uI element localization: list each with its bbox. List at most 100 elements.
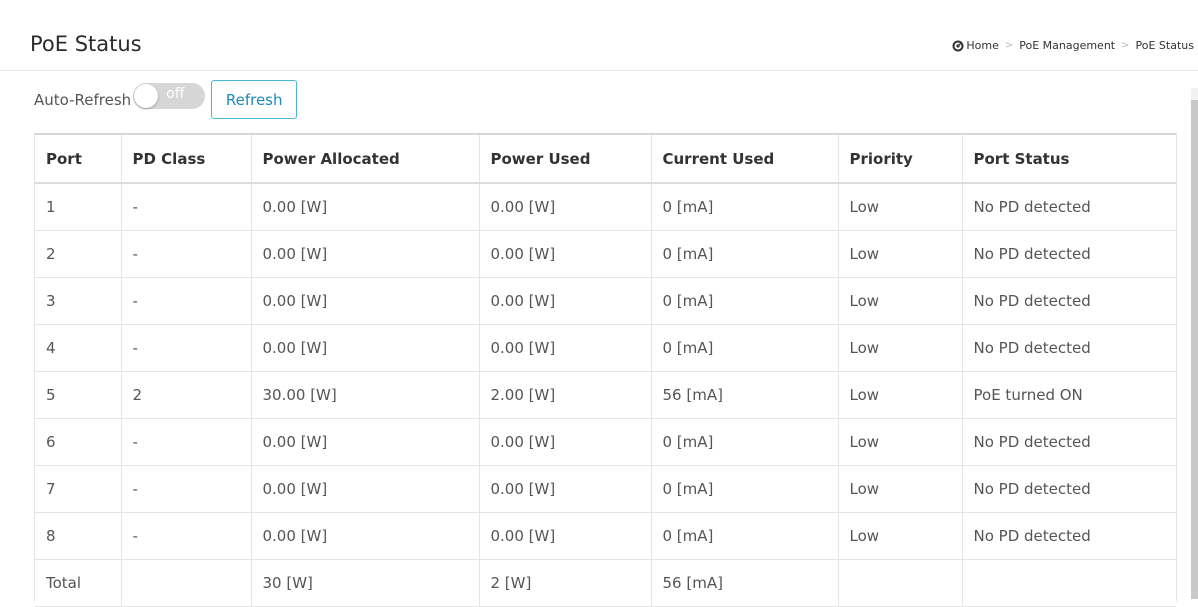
cell-power-allocated: 0.00 [W]	[250, 183, 479, 231]
cell-power-allocated: 0.00 [W]	[250, 465, 479, 513]
table-row: 8-0.00 [W] 0.00 [W] 0 [mA] Low No PD detecte…	[35, 512, 1176, 560]
breadcrumb-poe-management[interactable]: PoE Management	[1019, 39, 1115, 52]
cell-port: 6	[35, 418, 121, 466]
cell-priority: Low	[837, 371, 962, 419]
table-row: 4-0.00 [W] 0.00 [W] 0 [mA] Low No PD detecte…	[35, 324, 1176, 372]
cell-pd-class	[120, 559, 251, 607]
cell-port-status: No PD detected	[961, 183, 1176, 231]
column-header-pd-class[interactable]: PD Class	[120, 135, 251, 184]
cell-priority: Low	[837, 230, 962, 278]
cell-power-used: 0.00 [W]	[478, 277, 651, 325]
cell-port: 2	[35, 230, 121, 278]
cell-power-allocated: 0.00 [W]	[250, 277, 479, 325]
cell-current-used: 0 [mA]	[650, 324, 838, 372]
cell-power-allocated: 0.00 [W]	[250, 512, 479, 560]
cell-port-status: PoE turned ON	[961, 371, 1176, 419]
cell-pd-class: -	[120, 465, 251, 513]
table-total-row: Total 30 [W] 2 [W] 56 [mA]	[35, 559, 1176, 607]
toggle-state-label: off	[166, 85, 185, 102]
cell-port: 8	[35, 512, 121, 560]
toolbar: Auto-Refresh off Refresh	[34, 80, 298, 119]
breadcrumb-separator: >	[1004, 40, 1014, 51]
column-header-priority[interactable]: Priority	[837, 135, 962, 184]
vertical-scrollbar[interactable]	[1191, 88, 1198, 599]
cell-power-used: 0.00 [W]	[478, 465, 651, 513]
cell-port-status: No PD detected	[961, 324, 1176, 372]
dashboard-icon	[952, 40, 964, 51]
table-row: 5 2 30.00 [W] 2.00 [W] 56 [mA] Low PoE turned …	[35, 371, 1176, 419]
cell-power-allocated: 0.00 [W]	[250, 418, 479, 466]
cell-port: 5	[35, 371, 121, 419]
cell-current-used: 0 [mA]	[650, 418, 838, 466]
auto-refresh-label: Auto-Refresh	[34, 90, 132, 109]
column-header-power-allocated[interactable]: Power Allocated	[250, 135, 479, 184]
cell-port: 1	[35, 183, 121, 231]
cell-priority: Low	[837, 183, 962, 231]
table-row: 7-0.00 [W] 0.00 [W] 0 [mA] Low No PD detecte…	[35, 465, 1176, 513]
table-header-row: Port PD Class Power Allocated Power Used…	[35, 135, 1176, 184]
cell-current-used: 56 [mA]	[650, 559, 838, 607]
breadcrumb-home-label: Home	[966, 39, 999, 52]
cell-pd-class: -	[120, 324, 251, 372]
page-header: PoE Status Home > PoE Management > PoE S…	[0, 0, 1198, 71]
breadcrumb: Home > PoE Management > PoE Status	[952, 39, 1194, 52]
column-header-current-used[interactable]: Current Used	[650, 135, 838, 184]
cell-port-status: No PD detected	[961, 418, 1176, 466]
cell-port: 4	[35, 324, 121, 372]
cell-power-used: 0.00 [W]	[478, 324, 651, 372]
scrollbar-thumb[interactable]	[1191, 100, 1198, 599]
column-header-power-used[interactable]: Power Used	[478, 135, 651, 184]
cell-port-status: No PD detected	[961, 277, 1176, 325]
toggle-knob	[134, 83, 159, 108]
cell-power-allocated: 30.00 [W]	[250, 371, 479, 419]
cell-priority: Low	[837, 512, 962, 560]
cell-priority: Low	[837, 465, 962, 513]
cell-power-allocated: 30 [W]	[250, 559, 479, 607]
cell-current-used: 0 [mA]	[650, 230, 838, 278]
cell-priority: Low	[837, 277, 962, 325]
cell-power-allocated: 0.00 [W]	[250, 230, 479, 278]
cell-pd-class: -	[120, 512, 251, 560]
auto-refresh-toggle[interactable]: off	[133, 82, 206, 109]
cell-power-used: 2.00 [W]	[478, 371, 651, 419]
cell-current-used: 0 [mA]	[650, 277, 838, 325]
cell-pd-class: -	[120, 418, 251, 466]
cell-current-used: 0 [mA]	[650, 512, 838, 560]
cell-port-status: No PD detected	[961, 465, 1176, 513]
cell-current-used: 56 [mA]	[650, 371, 838, 419]
cell-pd-class: -	[120, 277, 251, 325]
cell-current-used: 0 [mA]	[650, 183, 838, 231]
table-row: 6-0.00 [W] 0.00 [W] 0 [mA] Low No PD detecte…	[35, 418, 1176, 466]
page-title: PoE Status	[30, 32, 142, 56]
cell-priority	[837, 559, 962, 607]
cell-power-used: 2 [W]	[478, 559, 651, 607]
cell-priority: Low	[837, 324, 962, 372]
refresh-button[interactable]: Refresh	[211, 80, 298, 119]
cell-port: 7	[35, 465, 121, 513]
cell-pd-class: 2	[120, 371, 251, 419]
cell-current-used: 0 [mA]	[650, 465, 838, 513]
poe-status-table-container: Port PD Class Power Allocated Power Used…	[34, 133, 1177, 607]
cell-port: 3	[35, 277, 121, 325]
breadcrumb-poe-status: PoE Status	[1135, 39, 1194, 52]
cell-port-status: No PD detected	[961, 230, 1176, 278]
cell-power-used: 0.00 [W]	[478, 512, 651, 560]
table-row: 3-0.00 [W] 0.00 [W] 0 [mA] Low No PD detecte…	[35, 277, 1176, 325]
breadcrumb-separator: >	[1121, 40, 1130, 51]
cell-power-allocated: 0.00 [W]	[250, 324, 479, 372]
cell-power-used: 0.00 [W]	[478, 230, 651, 278]
column-header-port-status[interactable]: Port Status	[961, 135, 1176, 184]
cell-port-status: No PD detected	[961, 512, 1176, 560]
cell-pd-class: -	[120, 230, 251, 278]
cell-port-status	[961, 559, 1176, 607]
cell-power-used: 0.00 [W]	[478, 183, 651, 231]
cell-pd-class: -	[120, 183, 251, 231]
table-row: 2-0.00 [W] 0.00 [W] 0 [mA] Low No PD detecte…	[35, 230, 1176, 278]
column-header-port[interactable]: Port	[35, 135, 121, 184]
cell-port: Total	[35, 559, 121, 607]
breadcrumb-home[interactable]: Home	[952, 39, 999, 52]
cell-priority: Low	[837, 418, 962, 466]
table-row: 1-0.00 [W] 0.00 [W] 0 [mA] Low No PD detecte…	[35, 183, 1176, 231]
poe-status-table: Port PD Class Power Allocated Power Used…	[35, 135, 1176, 607]
cell-power-used: 0.00 [W]	[478, 418, 651, 466]
